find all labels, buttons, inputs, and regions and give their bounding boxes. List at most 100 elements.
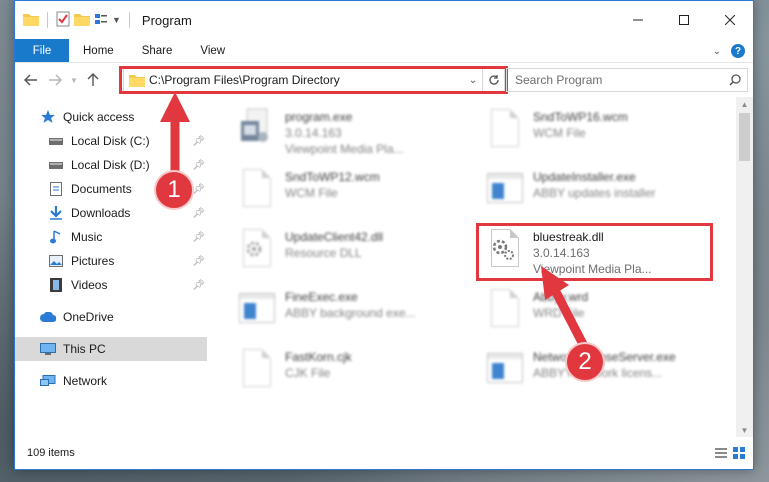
status-bar: 109 items bbox=[15, 437, 753, 469]
pin-icon[interactable]: 📌︎ bbox=[192, 280, 205, 291]
window-controls bbox=[615, 1, 753, 39]
step-badge-1: 1 bbox=[154, 170, 194, 210]
view-options-icon[interactable] bbox=[94, 12, 108, 29]
exe-file-icon bbox=[237, 287, 277, 333]
help-icon[interactable]: ? bbox=[731, 44, 745, 58]
pin-icon[interactable]: 📌︎ bbox=[192, 256, 205, 267]
address-path[interactable]: C:\Program Files\Program Directory bbox=[149, 73, 464, 87]
minimize-button[interactable] bbox=[615, 1, 661, 39]
view-toggle bbox=[715, 447, 745, 462]
file-item[interactable]: UpdateInstaller.exe ABBY updates install… bbox=[479, 163, 719, 221]
generic-file-icon bbox=[237, 167, 277, 213]
details-view-icon[interactable] bbox=[715, 447, 727, 462]
sidebar-item-videos[interactable]: Videos 📌︎ bbox=[15, 273, 207, 297]
tab-home[interactable]: Home bbox=[69, 39, 128, 62]
sidebar-item-local-disk-c[interactable]: Local Disk (C:) 📌︎ bbox=[15, 129, 207, 153]
file-name: FastKorn.cjk bbox=[285, 350, 352, 364]
videos-icon bbox=[47, 277, 65, 293]
file-item[interactable]: UpdateClient42.dll Resource DLL bbox=[231, 223, 471, 281]
title-bar: ▼ Program bbox=[15, 1, 753, 39]
star-icon bbox=[39, 109, 57, 125]
refresh-button[interactable] bbox=[483, 68, 505, 92]
pin-icon[interactable]: 📌︎ bbox=[192, 160, 205, 171]
scroll-up-arrow-icon[interactable]: ▲ bbox=[736, 97, 753, 111]
file-item[interactable]: SndToWP12.wcm WCM File bbox=[231, 163, 471, 221]
close-icon bbox=[725, 15, 735, 25]
sidebar-item-pictures[interactable]: Pictures 📌︎ bbox=[15, 249, 207, 273]
file-item[interactable]: Abbyy.wrd WRD File bbox=[479, 283, 719, 341]
download-icon bbox=[47, 205, 65, 221]
chevron-down-icon[interactable]: ⌄ bbox=[464, 75, 482, 86]
sidebar-item-label: Music bbox=[71, 230, 103, 244]
file-type: WRD File bbox=[533, 306, 585, 320]
generic-file-icon bbox=[485, 287, 525, 333]
pin-icon[interactable]: 📌︎ bbox=[192, 136, 205, 147]
item-count: 109 items bbox=[27, 447, 75, 459]
maximize-button[interactable] bbox=[661, 1, 707, 39]
file-name: Abbyy.wrd bbox=[533, 290, 589, 304]
exe-file-icon bbox=[237, 107, 277, 153]
pin-icon[interactable]: 📌︎ bbox=[192, 184, 205, 195]
forward-arrow-icon bbox=[49, 74, 62, 86]
explorer-window: ▼ Program File Home Share View ⌄ ? ▼ C:\… bbox=[14, 0, 754, 470]
exe-file-icon bbox=[485, 167, 525, 213]
music-icon bbox=[47, 229, 65, 245]
file-description: Viewpoint Media Pla... bbox=[533, 262, 652, 276]
navigation-bar: ▼ C:\Program Files\Program Directory ⌄ bbox=[15, 63, 753, 97]
tab-share[interactable]: Share bbox=[128, 39, 187, 62]
vertical-scrollbar[interactable]: ▲ ▼ bbox=[736, 97, 753, 437]
step-badge-2: 2 bbox=[565, 342, 605, 382]
sidebar-item-label: Downloads bbox=[71, 206, 131, 220]
up-button[interactable] bbox=[81, 68, 105, 92]
sidebar-item-onedrive[interactable]: OneDrive bbox=[15, 305, 207, 329]
scroll-down-arrow-icon[interactable]: ▼ bbox=[736, 423, 753, 437]
address-bar[interactable]: C:\Program Files\Program Directory ⌄ bbox=[123, 68, 483, 92]
file-description: ABBYY network licens... bbox=[533, 366, 663, 380]
exe-file-icon bbox=[485, 347, 525, 393]
scrollbar-thumb[interactable] bbox=[739, 113, 750, 161]
back-button[interactable] bbox=[19, 68, 43, 92]
documents-icon bbox=[47, 181, 65, 197]
file-item[interactable]: FastKorn.cjk CJK File bbox=[231, 343, 471, 401]
computer-icon bbox=[39, 341, 57, 357]
expand-ribbon-icon[interactable]: ⌄ bbox=[713, 46, 721, 57]
file-description: ABBY updates installer bbox=[533, 186, 656, 200]
sidebar-item-quick-access[interactable]: Quick access bbox=[15, 105, 207, 129]
file-name: program.exe bbox=[285, 110, 353, 124]
search-input[interactable] bbox=[515, 73, 723, 87]
sidebar-item-this-pc[interactable]: This PC bbox=[15, 337, 207, 361]
sidebar-item-label: Videos bbox=[71, 278, 108, 292]
ribbon-tabs: File Home Share View ⌄ ? bbox=[15, 39, 753, 63]
search-box[interactable] bbox=[506, 68, 748, 92]
file-item[interactable]: SndToWP16.wcm WCM File bbox=[479, 103, 719, 161]
maximize-icon bbox=[679, 15, 689, 25]
close-button[interactable] bbox=[707, 1, 753, 39]
pin-icon[interactable]: 📌︎ bbox=[192, 208, 205, 219]
back-arrow-icon bbox=[24, 74, 37, 86]
dll-file-icon bbox=[485, 227, 525, 273]
tab-view[interactable]: View bbox=[186, 39, 239, 62]
recent-locations-button[interactable]: ▼ bbox=[67, 68, 81, 92]
file-version: 3.0.14.163 bbox=[533, 246, 590, 260]
file-name: SndToWP12.wcm bbox=[285, 170, 380, 184]
drive-icon bbox=[47, 157, 65, 173]
sidebar-item-music[interactable]: Music 📌︎ bbox=[15, 225, 207, 249]
file-item[interactable]: FineExec.exe ABBY background exe... bbox=[231, 283, 471, 341]
tab-file[interactable]: File bbox=[15, 39, 69, 62]
search-icon[interactable] bbox=[723, 74, 747, 86]
ribbon-right-controls: ⌄ ? bbox=[713, 39, 745, 63]
customize-toolbar-icon[interactable]: ▼ bbox=[112, 15, 121, 25]
file-item[interactable]: program.exe 3.0.14.163 Viewpoint Media P… bbox=[231, 103, 471, 161]
forward-button[interactable] bbox=[43, 68, 67, 92]
large-icons-view-icon[interactable] bbox=[733, 447, 745, 462]
sidebar-item-network[interactable]: Network bbox=[15, 369, 207, 393]
file-item-bluestreak-dll[interactable]: bluestreak.dll 3.0.14.163 Viewpoint Medi… bbox=[479, 223, 719, 281]
folder-icon[interactable] bbox=[23, 12, 39, 29]
pictures-icon bbox=[47, 253, 65, 269]
pin-icon[interactable]: 📌︎ bbox=[192, 232, 205, 243]
minimize-icon bbox=[633, 19, 643, 21]
up-arrow-icon bbox=[87, 73, 99, 86]
new-folder-icon[interactable] bbox=[74, 12, 90, 29]
properties-icon[interactable] bbox=[56, 11, 70, 30]
file-type: WCM File bbox=[533, 126, 586, 140]
